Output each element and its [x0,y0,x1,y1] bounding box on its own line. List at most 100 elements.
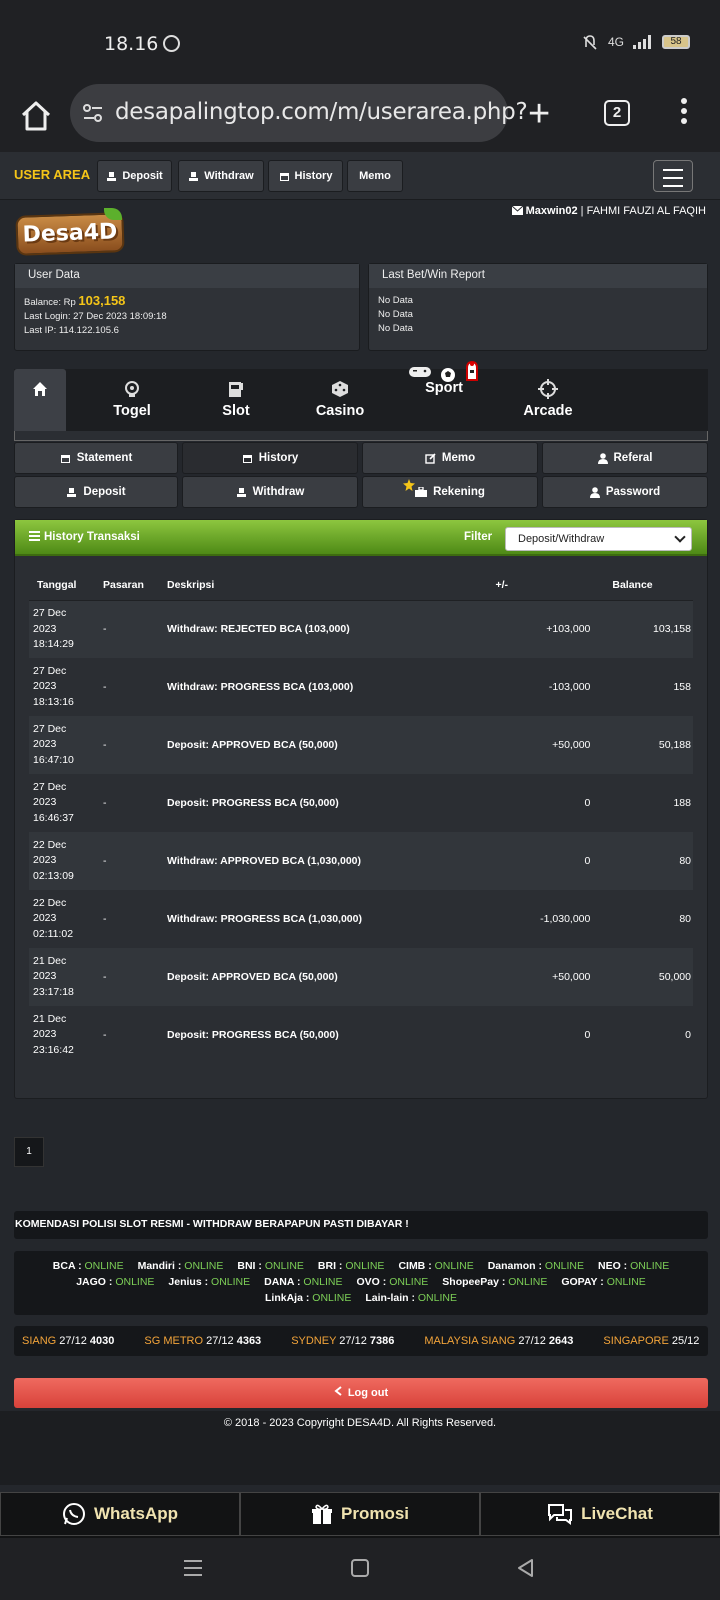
row-date: 21 Dec 2023 23:17:18 [29,948,99,1006]
result-item: SYDNEY 27/12 7386 [291,1335,394,1347]
bank-status-item: ShopeePay : ONLINE [442,1276,548,1288]
row-date: 27 Dec 2023 18:14:29 [29,600,99,658]
briefcase-icon [415,487,428,497]
bank-name: LinkAja [265,1292,303,1304]
tab-casino[interactable]: Casino [288,369,392,431]
bank-status-item: Danamon : ONLINE [487,1260,584,1272]
bank-status: ONLINE [184,1260,224,1272]
row-date-year: 2023 [33,796,57,809]
recent-apps-icon[interactable] [182,1558,204,1578]
tab-sport[interactable]: Sport [392,360,496,431]
calendar-icon [279,172,289,181]
network-type: 4G [607,35,624,49]
submenu-deposit[interactable]: Deposit [14,476,178,508]
home-icon[interactable] [18,98,54,134]
bank-status: ONLINE [606,1276,646,1288]
slot-machine-icon [229,382,243,397]
row-pasaran: - [99,658,163,716]
bank-status-item: LinkAja : ONLINE [265,1292,352,1304]
url-text[interactable]: desapalingtop.com/m/userarea.php? [115,99,528,125]
bank-status-item: Lain-lain : ONLINE [365,1292,457,1304]
promosi-button[interactable]: Promosi [240,1492,480,1536]
deposit-icon [107,171,117,181]
row-description: Deposit: APPROVED BCA (50,000) [163,948,492,1006]
row-pasaran: - [99,890,163,948]
row-date: 21 Dec 2023 23:16:42 [29,1006,99,1064]
submenu-rekening[interactable]: Rekening [362,476,538,508]
back-icon[interactable] [516,1558,534,1578]
home-nav-icon[interactable] [350,1558,370,1578]
history-title-text: History Transaksi [44,531,140,543]
report-line: No Data [378,309,413,320]
dice-icon [332,381,348,397]
filter-select[interactable]: Deposit/Withdraw [505,527,692,551]
submenu-statement[interactable]: Statement [14,442,178,474]
tab-home[interactable] [14,369,66,431]
logout-button[interactable]: Log out [14,1378,708,1408]
copyright-text: © 2018 - 2023 Copyright DESA4D. All Righ… [223,1417,497,1429]
bank-status-item: CIMB : ONLINE [398,1260,474,1272]
row-balance: 103,158 [608,600,693,658]
submenu-password[interactable]: Password [542,476,708,508]
bank-status: ONLINE [544,1260,584,1272]
row-amount: 0 [491,1006,609,1064]
row-description: Withdraw: PROGRESS BCA (103,000) [163,658,492,716]
pagination-page-1[interactable]: 1 [14,1137,44,1167]
tab-togel[interactable]: Togel [80,369,184,431]
table-row: 22 Dec 2023 02:11:02 - Withdraw: PROGRESS BC… [29,890,693,948]
submenu-referal[interactable]: Referal [542,442,708,474]
result-date: 25/12 [671,1335,700,1347]
whatsapp-icon [62,1503,85,1525]
site-navbar: USER AREA Deposit Withdraw History Memo [0,152,720,200]
submenu-statement-label: Statement [76,452,133,464]
new-tab-button[interactable]: + [528,95,550,133]
row-pasaran: - [99,832,163,890]
submenu-history[interactable]: History [182,442,358,474]
livechat-button[interactable]: LiveChat [480,1492,720,1536]
user-icon [589,486,600,498]
result-number: 4030 [89,1335,115,1347]
history-title: History Transaksi [29,531,140,543]
submenu-withdraw[interactable]: Withdraw [182,476,358,508]
row-date-day: 21 Dec [33,1012,67,1025]
row-date-time: 02:13:09 [33,869,74,882]
game-tabs: Togel Slot Casino Sport Arcade [14,360,708,431]
tab-switcher-button[interactable]: 2 [604,100,630,126]
row-date-day: 22 Dec [33,838,67,851]
tab-slot[interactable]: Slot [184,369,288,431]
row-description: Withdraw: PROGRESS BCA (1,030,000) [163,890,492,948]
android-navigation-bar [0,1538,720,1600]
bank-status-item: BCA : ONLINE [52,1260,124,1272]
bank-name: OVO [356,1276,380,1288]
row-pasaran: - [99,774,163,832]
hamburger-menu-icon[interactable] [653,160,693,192]
more-menu-icon[interactable] [680,98,688,128]
user-area-title[interactable]: USER AREA [14,167,90,182]
nav-withdraw-button[interactable]: Withdraw [178,160,264,192]
envelope-icon[interactable] [511,205,523,215]
chevron-left-icon [334,1386,342,1396]
submenu-memo[interactable]: Memo [362,442,538,474]
bank-status-list: BCA : ONLINE Mandiri : ONLINE BNI : ONLINE… [14,1251,708,1315]
deposit-icon [67,487,77,497]
bank-status: ONLINE [303,1276,343,1288]
nav-deposit-label: Deposit [122,170,163,182]
battery-icon: 58 [662,35,690,49]
nav-deposit-button[interactable]: Deposit [97,160,172,192]
row-date-time: 18:14:29 [33,638,74,650]
address-bar[interactable]: desapalingtop.com/m/userarea.php? [70,84,528,142]
table-row: 21 Dec 2023 23:17:18 - Deposit: APPROVED BCA… [29,948,693,1006]
row-date-day: 21 Dec [33,954,67,967]
row-date-year: 2023 [33,854,57,867]
bank-status-item: Mandiri : ONLINE [137,1260,224,1272]
row-balance: 188 [608,774,693,832]
col-balance: Balance [608,570,693,601]
nav-history-button[interactable]: History [268,160,343,192]
bank-status-item: NEO : ONLINE [598,1260,670,1272]
tab-arcade[interactable]: Arcade [496,369,600,431]
whatsapp-button[interactable]: WhatsApp [0,1492,240,1536]
result-market: SINGAPORE [603,1335,669,1347]
nav-memo-button[interactable]: Memo [347,160,403,192]
site-settings-icon[interactable] [82,102,104,124]
signal-icon [633,35,651,49]
